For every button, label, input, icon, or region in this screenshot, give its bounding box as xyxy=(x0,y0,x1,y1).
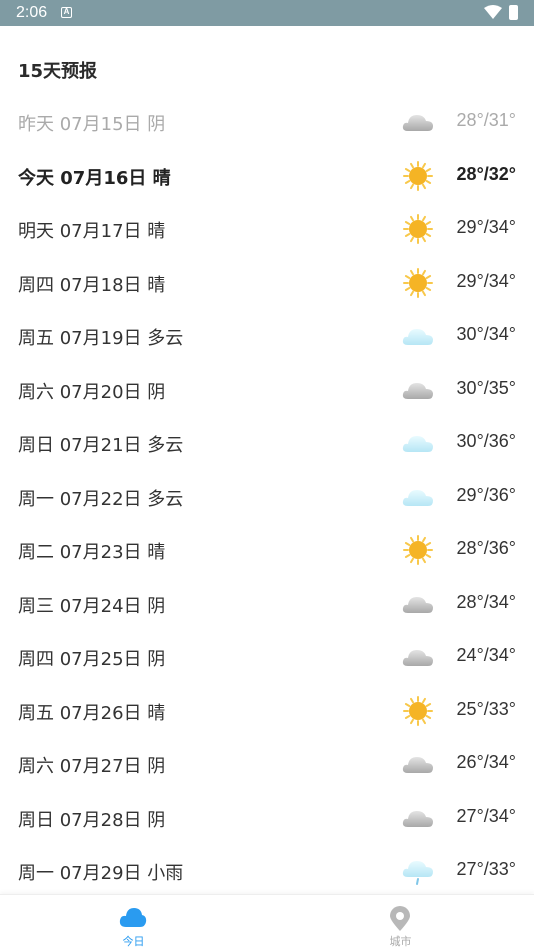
tab-today-label: 今日 xyxy=(122,935,145,948)
forecast-date: 明天 07月17日 晴 xyxy=(18,221,166,242)
forecast-date: 周五 07月19日 多云 xyxy=(18,328,184,349)
overcast-cloud-icon xyxy=(402,810,433,827)
forecast-temp-range: 28°/34° xyxy=(456,591,516,612)
sun-icon xyxy=(403,535,433,565)
forecast-row: 周四 07月18日 晴 29°/34° xyxy=(0,256,534,310)
status-bar: 2:06 A xyxy=(0,0,534,26)
tab-city[interactable]: 城市 xyxy=(267,895,534,951)
sun-icon xyxy=(403,267,433,298)
forecast-date: 周四 07月25日 阴 xyxy=(18,649,166,670)
forecast-row: 周五 07月19日 多云 30°/34° xyxy=(0,309,534,363)
light-rain-icon xyxy=(402,861,433,885)
forecast-temp-range: 26°/34° xyxy=(456,752,516,772)
forecast-temp-range: 29°/34° xyxy=(456,270,516,291)
forecast-temp-range: 29°/34° xyxy=(456,217,516,237)
forecast-row: 周六 07月27日 阴 26°/34° xyxy=(0,737,534,791)
forecast-row: 周一 07月22日 多云 29°/36° xyxy=(0,470,534,524)
forecast-row: 周日 07月28日 阴 27°/34° xyxy=(0,791,534,845)
forecast-date: 周日 07月28日 阴 xyxy=(18,809,166,831)
overcast-cloud-icon xyxy=(402,115,433,131)
overcast-cloud-icon xyxy=(402,650,433,666)
cloudy-icon xyxy=(402,329,433,345)
forecast-row: 昨天 07月15日 阴 28°/31° xyxy=(0,95,534,149)
forecast-temp-range: 25°/33° xyxy=(456,698,516,719)
location-pin-icon xyxy=(390,906,410,931)
forecast-list: 昨天 07月15日 阴 28°/31° 今天 07月16日 晴 28°/32° 明天 0… xyxy=(0,95,534,898)
cloud-icon xyxy=(119,908,147,927)
forecast-date: 周一 07月22日 多云 xyxy=(18,488,184,510)
forecast-row: 周二 07月23日 晴 28°/36° xyxy=(0,523,534,577)
forecast-date: 周日 07月21日 多云 xyxy=(18,435,184,456)
sun-icon xyxy=(403,214,433,244)
wifi-icon xyxy=(484,5,502,19)
forecast-date: 周四 07月18日 晴 xyxy=(18,274,166,296)
forecast-temp-range: 30°/35° xyxy=(456,377,516,398)
forecast-row: 周三 07月24日 阴 28°/34° xyxy=(0,577,534,631)
cloudy-icon xyxy=(402,489,433,506)
forecast-row: 周五 07月26日 晴 25°/33° xyxy=(0,684,534,738)
forecast-temp-range: 28°/32° xyxy=(456,163,516,184)
overcast-cloud-icon xyxy=(402,596,433,613)
tab-today[interactable]: 今日 xyxy=(0,895,267,951)
forecast-temp-range: 30°/34° xyxy=(456,324,516,344)
sun-icon xyxy=(403,695,433,726)
overcast-cloud-icon xyxy=(402,382,433,399)
forecast-date: 周六 07月27日 阴 xyxy=(18,756,166,777)
forecast-temp-range: 28°/31° xyxy=(456,110,516,130)
battery-icon xyxy=(509,5,518,20)
forecast-date: 昨天 07月15日 阴 xyxy=(18,114,166,135)
forecast-row: 周一 07月29日 小雨 27°/33° xyxy=(0,844,534,898)
forecast-row: 明天 07月17日 晴 29°/34° xyxy=(0,202,534,256)
forecast-date: 周三 07月24日 阴 xyxy=(18,595,166,617)
forecast-temp-range: 24°/34° xyxy=(456,645,516,665)
forecast-row: 周六 07月20日 阴 30°/35° xyxy=(0,363,534,417)
a-letter-icon: A xyxy=(61,7,72,18)
sun-icon xyxy=(403,160,433,191)
forecast-temp-range: 30°/36° xyxy=(456,431,516,451)
tab-city-label: 城市 xyxy=(389,935,412,948)
forecast-temp-range: 28°/36° xyxy=(456,538,516,558)
forecast-date: 周一 07月29日 小雨 xyxy=(18,863,184,884)
forecast-date: 今天 07月16日 晴 xyxy=(18,167,171,189)
forecast-temp-range: 27°/33° xyxy=(456,859,516,879)
forecast-date: 周六 07月20日 阴 xyxy=(18,381,166,403)
overcast-cloud-icon xyxy=(402,757,433,773)
forecast-row: 今天 07月16日 晴 28°/32° xyxy=(0,149,534,203)
bottom-tab-bar: 今日 城市 xyxy=(0,894,534,951)
forecast-row: 周日 07月21日 多云 30°/36° xyxy=(0,416,534,470)
forecast-temp-range: 27°/34° xyxy=(456,805,516,826)
forecast-date: 周五 07月26日 晴 xyxy=(18,702,166,724)
page-title: 15天预报 xyxy=(18,61,98,82)
forecast-temp-range: 29°/36° xyxy=(456,484,516,505)
status-time: 2:06 xyxy=(16,4,48,21)
forecast-row: 周四 07月25日 阴 24°/34° xyxy=(0,630,534,684)
cloudy-icon xyxy=(402,436,433,452)
forecast-date: 周二 07月23日 晴 xyxy=(18,542,166,563)
